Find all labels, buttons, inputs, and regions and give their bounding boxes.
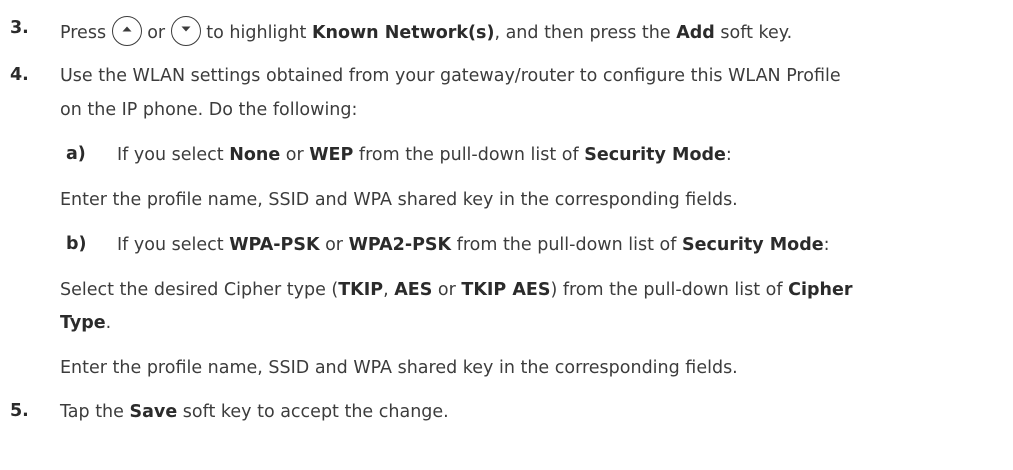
security-mode-term: Security Mode [681, 235, 824, 255]
cipher-text-part: , [383, 280, 389, 300]
cipher-text-part: or [437, 280, 456, 300]
aes-term: AES [394, 280, 433, 300]
security-mode-term: Security Mode [584, 145, 726, 165]
type-term: Type [60, 313, 106, 333]
substep-a-text-part: from the pull-down list of [358, 145, 579, 165]
cipher-type-line: Select the desired Cipher type (TKIP, AE… [60, 279, 852, 301]
substep-a-detail: Enter the profile name, SSID and WPA sha… [60, 190, 738, 210]
document-page: 3. Press or to highlight Known Network(s… [0, 0, 1013, 470]
substep-b-text-part: from the pull-down list of [456, 235, 677, 255]
step-5-text-part: soft key to accept the change. [182, 402, 449, 422]
substep-b-text-part: If you select [117, 235, 224, 255]
step-3-text-part: , and then press the [494, 23, 671, 43]
down-arrow-key-icon [170, 16, 201, 46]
step-5-text-part: Tap the [60, 402, 124, 422]
step-3-text-part: soft key. [720, 23, 793, 43]
step-3-text-part: to highlight [206, 23, 307, 43]
tkip-term: TKIP [338, 280, 384, 300]
substep-a-text-part: or [285, 145, 304, 165]
wep-term: WEP [309, 145, 354, 165]
step-4-number: 4. [10, 65, 29, 85]
step-3-number: 3. [10, 18, 29, 38]
substep-a-text: If you select None or WEP from the pull-… [117, 144, 732, 166]
add-soft-key-term: Add [676, 23, 715, 43]
substep-b-text: If you select WPA-PSK or WPA2-PSK from t… [117, 234, 830, 256]
cipher-type-line-2: Type. [60, 312, 111, 334]
substep-a-label: a) [66, 144, 86, 164]
step-4-line-1: Use the WLAN settings obtained from your… [60, 66, 841, 86]
substep-a-text-part: If you select [117, 145, 224, 165]
tkip-aes-term: TKIP AES [461, 280, 551, 300]
step-3-text-part: or [147, 23, 166, 43]
save-soft-key-term: Save [129, 402, 178, 422]
none-term: None [229, 145, 281, 165]
cipher-term: Cipher [788, 280, 853, 300]
known-networks-term: Known Network(s) [311, 23, 495, 43]
substep-b-label: b) [66, 234, 87, 254]
cipher-text-part: ) from the pull-down list of [550, 280, 783, 300]
wpa-psk-term: WPA-PSK [229, 235, 320, 255]
step-3-text-part: Press [60, 23, 107, 43]
substep-a-text-part: : [725, 145, 732, 165]
step-3-text: Press or to highlight Known Network(s), … [60, 16, 793, 48]
step-5-text: Tap the Save soft key to accept the chan… [60, 401, 449, 423]
substep-b-text-part: or [325, 235, 343, 255]
cipher-text-part: . [105, 313, 112, 333]
wpa2-psk-term: WPA2-PSK [348, 235, 452, 255]
cipher-text-part: Select the desired Cipher type ( [60, 280, 339, 300]
substep-b-text-part: : [823, 235, 830, 255]
substep-b-detail: Enter the profile name, SSID and WPA sha… [60, 358, 738, 378]
up-arrow-key-icon [111, 16, 142, 46]
step-5-number: 5. [10, 401, 29, 421]
step-4-line-2: on the IP phone. Do the following: [60, 100, 358, 120]
